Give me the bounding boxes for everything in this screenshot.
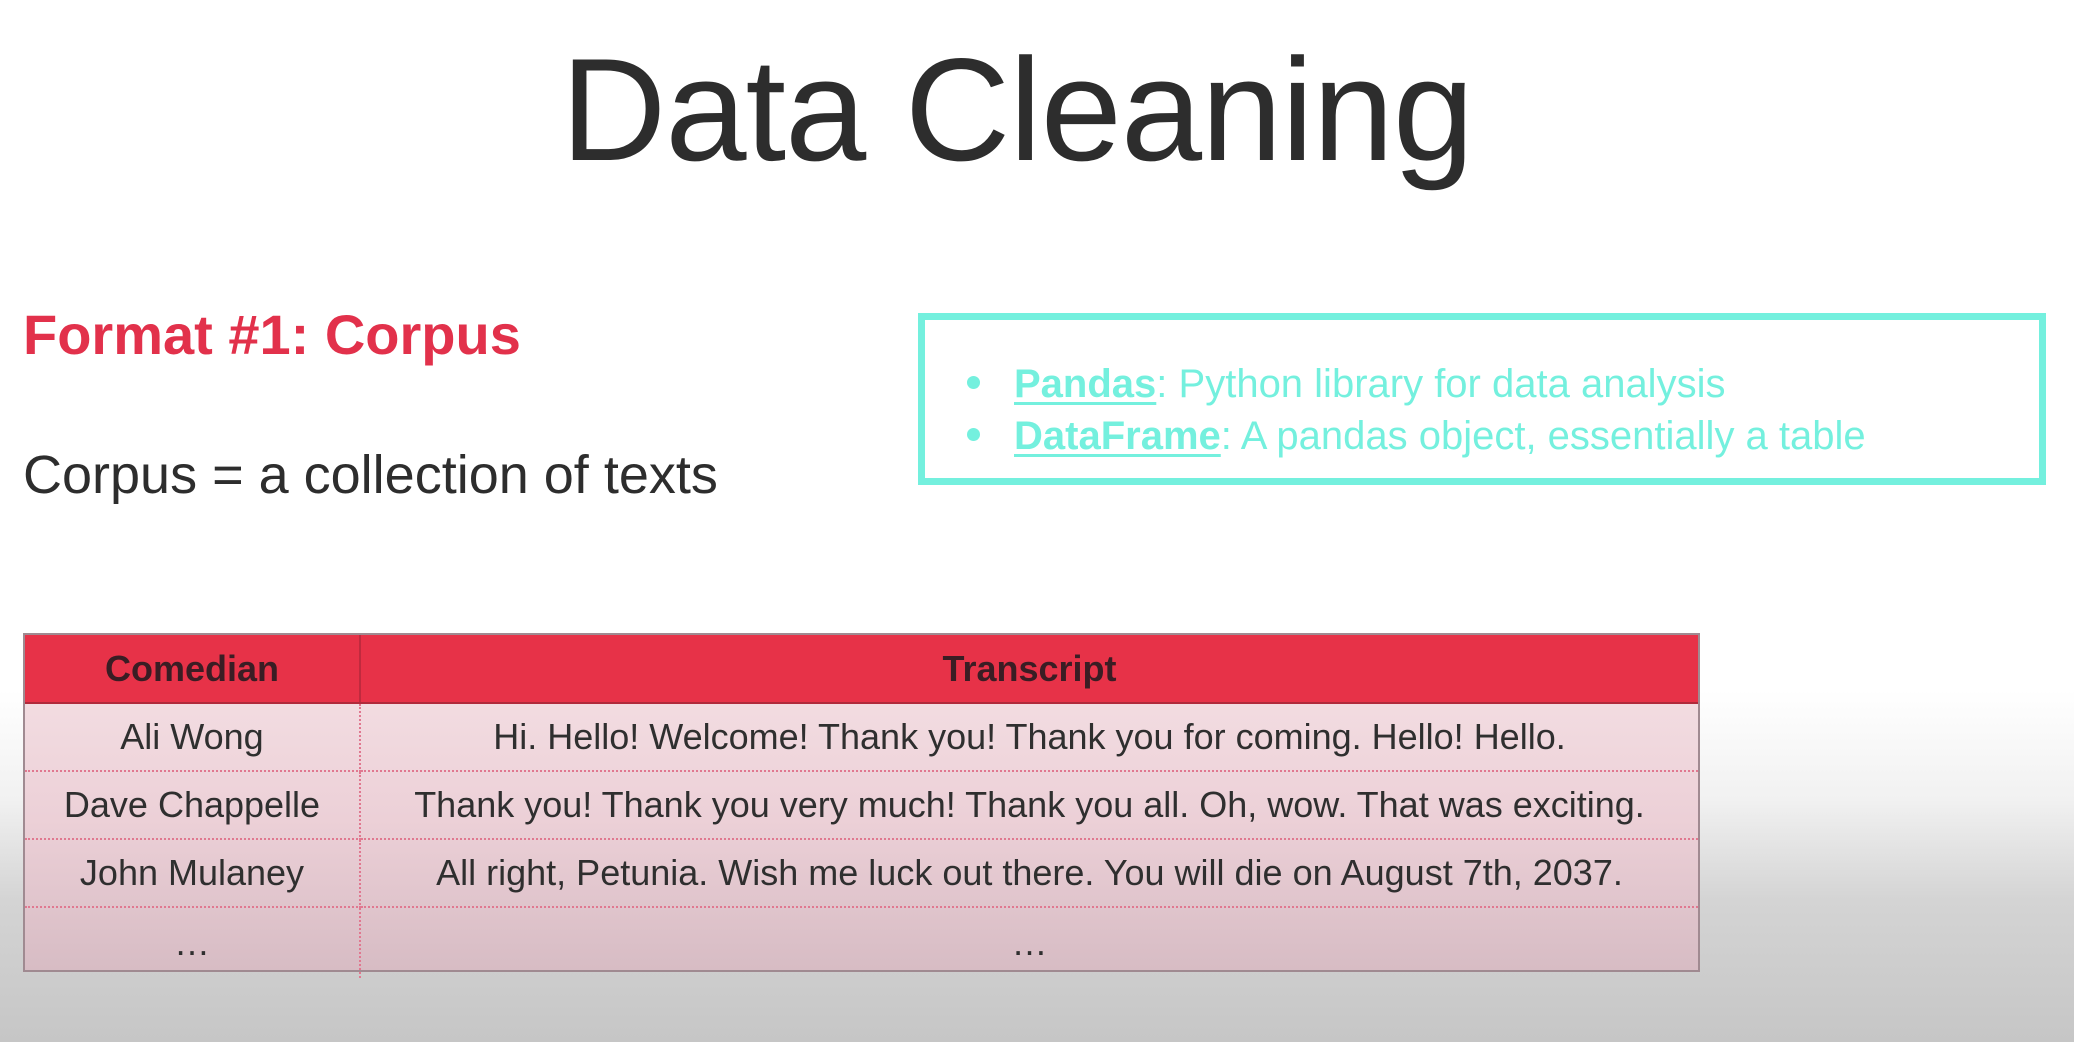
header-transcript: Transcript	[360, 635, 1698, 704]
bullet-icon	[967, 376, 980, 389]
info-description-dataframe: : A pandas object, essentially a table	[1220, 414, 1866, 458]
bullet-icon	[967, 428, 980, 441]
cell-transcript: Hi. Hello! Welcome! Thank you! Thank you…	[360, 703, 1698, 772]
cell-comedian: Ali Wong	[25, 703, 361, 772]
format-heading: Format #1: Corpus	[23, 303, 521, 366]
cell-comedian: Dave Chappelle	[25, 771, 361, 840]
cell-transcript: All right, Petunia. Wish me luck out the…	[360, 839, 1698, 908]
table-row: John Mulaney All right, Petunia. Wish me…	[25, 839, 1698, 908]
table-row: Dave Chappelle Thank you! Thank you very…	[25, 771, 1698, 840]
slide-title: Data Cleaning	[560, 28, 1474, 191]
info-term-pandas[interactable]: Pandas	[1014, 362, 1156, 406]
info-box: Pandas: Python library for data analysis…	[918, 313, 2046, 485]
table-row: … …	[25, 907, 1698, 978]
corpus-table: Comedian Transcript Ali Wong Hi. Hello! …	[23, 633, 1700, 978]
cell-transcript: Thank you! Thank you very much! Thank yo…	[360, 771, 1698, 840]
corpus-definition: Corpus = a collection of texts	[23, 445, 718, 505]
slide: Data Cleaning Format #1: Corpus Corpus =…	[0, 0, 2074, 1042]
table-header-row: Comedian Transcript	[25, 635, 1698, 704]
header-comedian: Comedian	[25, 635, 361, 704]
cell-comedian: …	[25, 907, 361, 978]
corpus-table-grid: Comedian Transcript Ali Wong Hi. Hello! …	[25, 635, 1698, 978]
info-item-pandas: Pandas: Python library for data analysis	[967, 358, 1866, 410]
info-description-pandas: : Python library for data analysis	[1156, 362, 1726, 406]
cell-comedian: John Mulaney	[25, 839, 361, 908]
cell-transcript: …	[1011, 922, 1048, 963]
table-row: Ali Wong Hi. Hello! Welcome! Thank you! …	[25, 703, 1698, 772]
info-term-dataframe[interactable]: DataFrame	[1014, 414, 1221, 458]
info-item-dataframe: DataFrame: A pandas object, essentially …	[967, 410, 1866, 462]
info-list: Pandas: Python library for data analysis…	[967, 358, 1866, 462]
